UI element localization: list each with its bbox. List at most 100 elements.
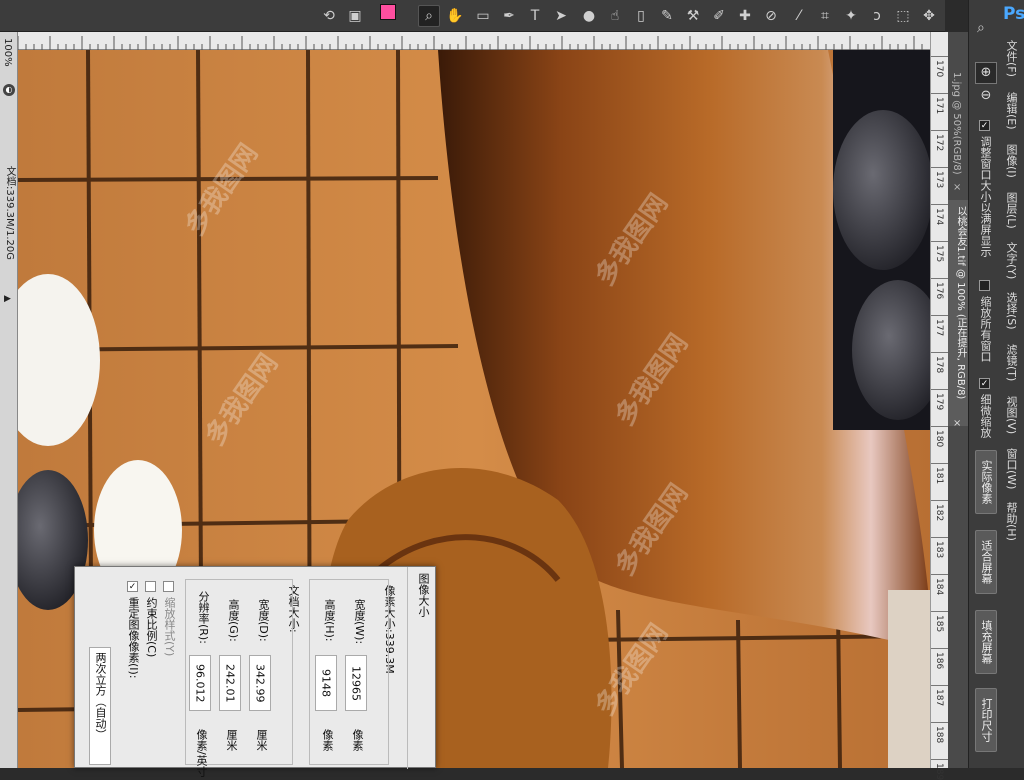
doc-width-input[interactable]: 342.99 (249, 655, 271, 711)
ruler-tick-label: 175 (934, 245, 944, 263)
menu-layer[interactable]: 图层(L) (1003, 192, 1019, 229)
ruler-tick-label: 188 (934, 726, 944, 744)
height-label: 高度(H): (323, 599, 336, 642)
ruler-tick (931, 759, 949, 760)
healing-brush-icon[interactable]: ✚ (734, 5, 756, 27)
doc-info-arrow-icon[interactable]: ▶ (4, 294, 11, 304)
actual-pixels-button[interactable]: 实际像素 (975, 450, 997, 514)
dialog-title-divider (407, 567, 408, 769)
history-brush-icon[interactable]: ✎ (656, 5, 678, 27)
scrubby-zoom-checkbox[interactable]: ✓ (979, 378, 990, 389)
scale-styles-label: 缩放样式(Y) (163, 597, 176, 657)
ruler-tick (931, 241, 949, 242)
height-input[interactable]: 9148 (315, 655, 337, 711)
ruler-tick (931, 204, 949, 205)
right-panel: Ps ⌕ ⊕ ⊖ ✓ 调整窗口大小以满屏显示 缩放所有窗口 ✓ 细微缩放 实际像… (968, 0, 1024, 768)
resample-checkbox[interactable]: ✓ (127, 581, 138, 592)
zoom-tool-icon[interactable]: ⌕ (418, 5, 440, 27)
zoom-in-icon[interactable]: ⊕ (975, 62, 997, 84)
ruler-tick (931, 463, 949, 464)
fit-screen-button[interactable]: 适合屏幕 (975, 530, 997, 594)
constrain-proportions-checkbox[interactable] (145, 581, 156, 592)
tab-2-tif[interactable]: 以桃会友1.tif @ 100% (正在提升, RGB/8) (948, 200, 968, 426)
menu-help[interactable]: 帮助(H) (1003, 502, 1019, 541)
vertical-ruler: 100% ◐ 文档:339.3M/1.20G ▶ (0, 32, 18, 768)
zoom-all-label: 缩放所有窗口 (979, 296, 992, 362)
color-swatch[interactable] (372, 2, 398, 30)
clone-stamp-icon[interactable]: ⚒ (682, 5, 704, 27)
zoom-all-checkbox[interactable] (979, 280, 990, 291)
crop-tool-icon[interactable]: ⌗ (814, 5, 836, 27)
ruler-tick-label: 176 (934, 282, 944, 300)
ruler-tick-label: 180 (934, 430, 944, 448)
ruler-tick (931, 130, 949, 131)
magic-wand-icon[interactable]: ✦ (840, 5, 862, 27)
menu-filter[interactable]: 滤镜(T) (1003, 344, 1019, 381)
dialog-title: 图像大小 (417, 573, 430, 617)
resolution-unit[interactable]: 像素/英寸 (193, 729, 209, 777)
ruler-tick-label: 172 (934, 134, 944, 152)
doc-height-unit[interactable]: 厘米 (223, 729, 239, 751)
ruler-tick (931, 648, 949, 649)
menu-image[interactable]: 图像(I) (1003, 144, 1019, 178)
image-size-dialog: 图像大小 像素大小:339.3M 宽度(W): 12965 像素 高度(H): … (74, 566, 436, 777)
zoom-out-icon[interactable]: ⊖ (975, 86, 997, 108)
ruler-tick (931, 574, 949, 575)
ruler-tick (931, 352, 949, 353)
ruler-tick-label: 185 (934, 615, 944, 633)
doc-height-input[interactable]: 242.01 (219, 655, 241, 711)
foreground-color-swatch[interactable] (380, 4, 396, 20)
brush-tool-icon[interactable]: ✐ (708, 5, 730, 27)
rotate-view-icon[interactable]: ⟲ (318, 5, 340, 27)
ruler-tick (931, 93, 949, 94)
dodge-tool-icon[interactable]: ● (578, 5, 600, 27)
eyedropper-tool-icon[interactable]: ⁄ (788, 5, 810, 27)
ruler-tick-label: 174 (934, 208, 944, 226)
menu-edit[interactable]: 编辑(E) (1003, 92, 1019, 130)
gradient-tool-icon[interactable]: ▭ (472, 5, 494, 27)
screen-mode-icon[interactable]: ▣ (344, 5, 366, 27)
tab-2-close-icon[interactable]: × (953, 418, 961, 429)
menu-window[interactable]: 窗口(W) (1003, 448, 1019, 489)
ruler-tick-label: 177 (934, 319, 944, 337)
menu-type[interactable]: 文字(Y) (1003, 242, 1019, 279)
document-tabs: 1.jpg @ 50%(RGB/8) × 以桃会友1.tif @ 100% (正… (948, 32, 968, 768)
lasso-tool-icon[interactable]: ↄ (866, 5, 888, 27)
info-icon[interactable]: ◐ (3, 84, 15, 96)
ruler-tick (931, 685, 949, 686)
resize-windows-label: 调整窗口大小以满屏显示 (979, 136, 992, 257)
fill-screen-button[interactable]: 填充屏幕 (975, 610, 997, 674)
search-icon[interactable]: ⌕ (977, 20, 985, 36)
path-select-icon[interactable]: ➤ (550, 5, 572, 27)
print-size-button[interactable]: 打印尺寸 (975, 688, 997, 752)
zoom-level: 100% (2, 38, 13, 67)
resize-windows-checkbox[interactable]: ✓ (979, 120, 990, 131)
smudge-tool-icon[interactable]: ☝ (604, 5, 626, 27)
ruler-tick-label: 187 (934, 689, 944, 707)
resample-label: 重定图像像素(I): (127, 597, 140, 679)
tab-1-close-icon[interactable]: × (953, 182, 961, 193)
scale-styles-checkbox[interactable] (163, 581, 174, 592)
resample-method-select[interactable]: 两次立方（自动） (89, 647, 111, 765)
constrain-proportions-label: 约束比例(C) (145, 597, 158, 658)
menu-view[interactable]: 视图(V) (1003, 396, 1019, 434)
doc-height-label: 高度(G): (227, 599, 240, 642)
ruler-tick-label: 178 (934, 356, 944, 374)
tab-1-jpg[interactable]: 1.jpg @ 50%(RGB/8) (951, 72, 962, 175)
resolution-input[interactable]: 96.012 (189, 655, 211, 711)
tool-options-bar: ⟲ ▣ ⌕ ✋ ▭ ✒ T ➤ ● ☝ ▯ ✎ ⚒ ✐ ✚ ⊘ ⁄ ⌗ ✦ ↄ … (0, 0, 945, 32)
menu-select[interactable]: 选择(S) (1003, 292, 1019, 330)
move-tool-icon[interactable]: ✥ (918, 5, 940, 27)
width-input[interactable]: 12965 (345, 655, 367, 711)
resolution-label: 分辨率(R): (197, 591, 210, 644)
ruler-tick (931, 315, 949, 316)
doc-width-unit[interactable]: 厘米 (253, 729, 269, 751)
eraser-tool-icon[interactable]: ▯ (630, 5, 652, 27)
ruler-tick (931, 722, 949, 723)
type-tool-icon[interactable]: T (524, 5, 546, 27)
pen-tool-icon[interactable]: ✒ (498, 5, 520, 27)
hand-tool-icon[interactable]: ✋ (444, 5, 466, 27)
menu-file[interactable]: 文件(F) (1003, 40, 1019, 77)
marquee-tool-icon[interactable]: ⬚ (892, 5, 914, 27)
band-aid-icon[interactable]: ⊘ (760, 5, 782, 27)
